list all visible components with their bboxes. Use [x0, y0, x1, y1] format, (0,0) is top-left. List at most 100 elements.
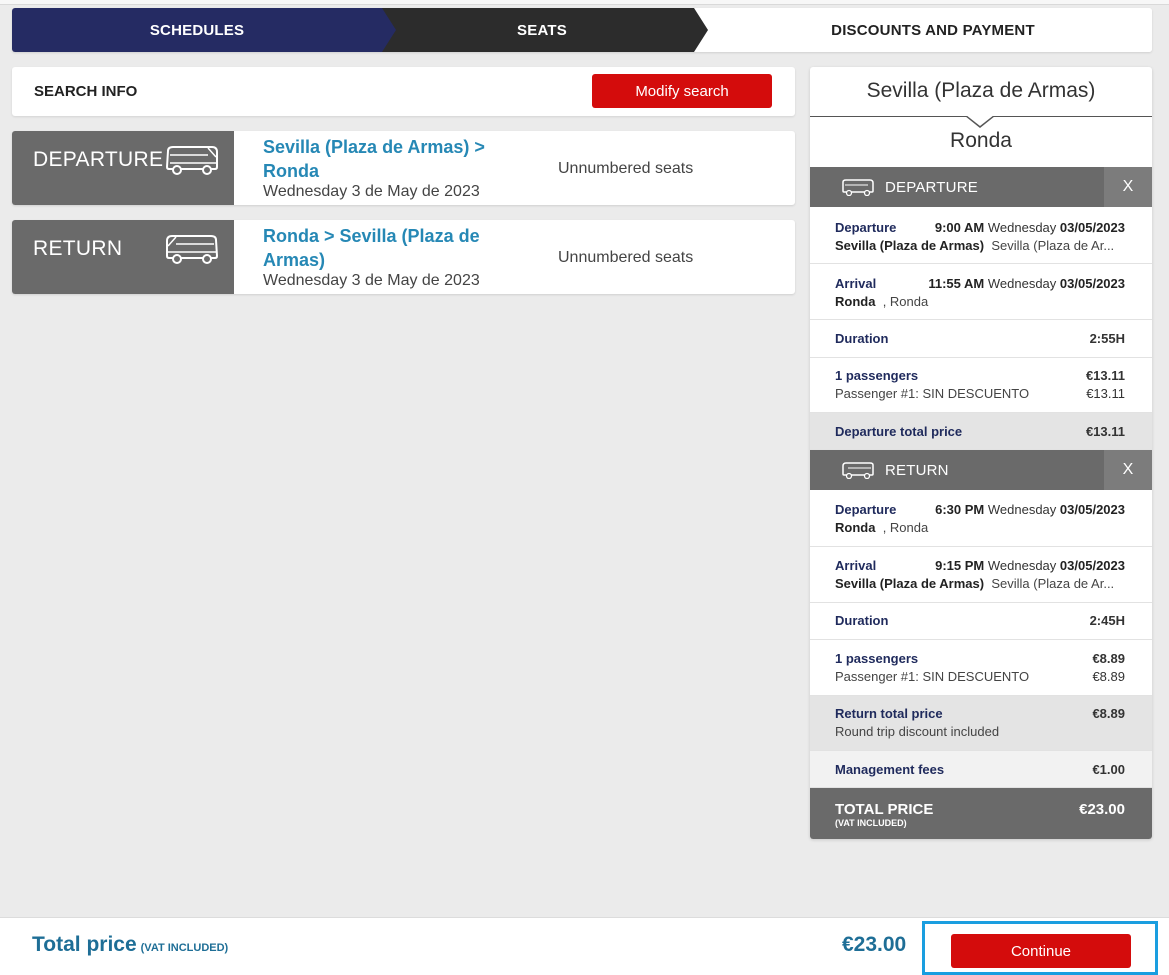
arrival-day: Wednesday — [987, 276, 1057, 291]
bottom-vat-label: (VAT INCLUDED) — [140, 942, 229, 954]
departure-trip-label-block: DEPARTURE — [12, 131, 234, 205]
duration-value: 2:55H — [1089, 331, 1125, 346]
return-arrival-label: Arrival — [835, 558, 877, 573]
return-departure-date-value: 03/05/2023 — [1059, 502, 1125, 517]
return-arrival-station-line: Sevilla (Plaza de Armas) Sevilla (Plaza … — [835, 576, 1114, 591]
summary-departure-header: DEPARTURE X — [810, 167, 1152, 207]
bus-icon — [842, 179, 874, 196]
top-border — [0, 0, 1169, 5]
return-passenger-line: Passenger #1: SIN DESCUENTO — [835, 669, 1030, 684]
departure-station-detail: Sevilla (Plaza de Ar... — [991, 238, 1115, 253]
summary-return-title: RETURN — [885, 462, 949, 479]
return-date: Wednesday 3 de May de 2023 — [263, 272, 480, 289]
management-fees-label: Management fees — [835, 762, 945, 777]
total-price-label: TOTAL PRICE — [835, 801, 934, 818]
summary-passengers-row: 1 passengers €13.11 Passenger #1: SIN DE… — [810, 358, 1152, 413]
step-seats-label: SEATS — [517, 21, 567, 39]
departure-total-value: €13.11 — [1085, 424, 1125, 439]
return-trip-card: RETURN Ronda > Sevilla (Plaza de Armas) … — [12, 220, 795, 294]
progress-steps: SCHEDULES SEATS DISCOUNTS AND PAYMENT — [12, 8, 1152, 52]
return-trip-label: RETURN — [33, 237, 123, 260]
departure-station-line: Sevilla (Plaza de Armas) Sevilla (Plaza … — [835, 238, 1114, 253]
return-passengers-label: 1 passengers — [835, 651, 919, 666]
bottom-total-bar: Total price (VAT INCLUDED) €23.00 Continu… — [0, 917, 1169, 975]
step-discounts-payment[interactable]: DISCOUNTS AND PAYMENT — [694, 8, 1152, 52]
total-vat-label: (VAT INCLUDED) — [835, 818, 907, 828]
return-seats: Unnumbered seats — [558, 249, 694, 266]
arrival-time: 11:55 AM — [928, 276, 985, 291]
search-info-panel: SEARCH INFO Modify search — [12, 67, 795, 116]
departure-time: 9:00 AM — [934, 220, 985, 235]
return-departure-station: Ronda — [835, 520, 876, 535]
return-arrival-datetime: 9:15 PM Wednesday 03/05/2023 — [935, 558, 1125, 573]
return-departure-station-line: Ronda , Ronda — [835, 520, 928, 535]
return-trip-label-block: RETURN — [12, 220, 234, 294]
passenger-price: €13.11 — [1086, 386, 1125, 401]
departure-route-link[interactable]: Sevilla (Plaza de Armas) > Ronda — [263, 135, 523, 183]
return-route-link[interactable]: Ronda > Sevilla (Plaza de Armas) — [263, 224, 523, 272]
return-departure-day: Wednesday — [987, 502, 1057, 517]
bottom-total-amount: €23.00 — [842, 933, 907, 956]
bus-icon — [842, 462, 874, 479]
bottom-total-label-group: Total price (VAT INCLUDED) — [32, 933, 228, 957]
duration-label: Duration — [835, 331, 889, 346]
round-trip-discount-note: Round trip discount included — [835, 724, 1000, 739]
summary-destination: Ronda — [950, 129, 1012, 152]
departure-trip-card: DEPARTURE Sevilla (Plaza de Armas) > Ron… — [12, 131, 795, 205]
trip-summary-panel: Sevilla (Plaza de Armas) Ronda DEPARTURE… — [810, 67, 1152, 839]
step-schedules[interactable]: SCHEDULES — [12, 8, 396, 52]
return-arrival-date-value: 03/05/2023 — [1059, 558, 1125, 573]
summary-return-total-row: Return total price €8.89 Round trip disc… — [810, 696, 1152, 751]
departure-datetime: 9:00 AM Wednesday 03/05/2023 — [935, 220, 1125, 235]
departure-trip-label: DEPARTURE — [33, 148, 164, 171]
return-total-value: €8.89 — [1092, 706, 1125, 721]
modify-search-button[interactable]: Modify search — [592, 74, 772, 108]
departure-label: Departure — [835, 220, 897, 235]
close-return-button[interactable]: X — [1104, 450, 1152, 490]
passengers-label: 1 passengers — [835, 368, 919, 383]
management-fees-value: €1.00 — [1092, 762, 1125, 777]
passenger-line: Passenger #1: SIN DESCUENTO — [835, 386, 1030, 401]
summary-return-header: RETURN X — [810, 450, 1152, 490]
return-duration-label: Duration — [835, 613, 889, 628]
return-departure-time: 6:30 PM — [935, 502, 985, 517]
return-passengers-total: €8.89 — [1092, 651, 1125, 666]
return-departure-station-detail: , Ronda — [882, 520, 929, 535]
departure-seats: Unnumbered seats — [558, 160, 694, 177]
return-arrival-station-detail: Sevilla (Plaza de Ar... — [991, 576, 1115, 591]
summary-total-row: TOTAL PRICE (VAT INCLUDED) €23.00 — [810, 788, 1152, 839]
arrival-station-detail: , Ronda — [882, 294, 929, 309]
summary-return-departure-row: Departure 6:30 PM Wednesday 03/05/2023 R… — [810, 490, 1152, 547]
departure-day: Wednesday — [987, 220, 1057, 235]
passengers-total: €13.11 — [1085, 368, 1125, 383]
total-price-value: €23.00 — [1079, 801, 1125, 818]
return-arrival-station: Sevilla (Plaza de Armas) — [835, 576, 985, 591]
return-departure-label: Departure — [835, 502, 897, 517]
bus-icon — [165, 146, 218, 175]
summary-origin: Sevilla (Plaza de Armas) — [810, 67, 1152, 117]
arrival-station: Ronda — [835, 294, 876, 309]
summary-return-passengers-row: 1 passengers €8.89 Passenger #1: SIN DES… — [810, 640, 1152, 696]
step-schedules-label: SCHEDULES — [149, 21, 245, 39]
summary-caret-inner — [966, 115, 994, 126]
departure-date-value: 03/05/2023 — [1059, 220, 1125, 235]
summary-fees-row: Management fees €1.00 — [810, 751, 1152, 788]
arrival-date-value: 03/05/2023 — [1059, 276, 1125, 291]
return-passenger-price: €8.89 — [1092, 669, 1125, 684]
return-departure-datetime: 6:30 PM Wednesday 03/05/2023 — [935, 502, 1125, 517]
summary-duration-row: Duration 2:55H — [810, 320, 1152, 358]
search-info-title: SEARCH INFO — [34, 83, 138, 100]
return-arrival-day: Wednesday — [987, 558, 1057, 573]
return-total-label: Return total price — [835, 706, 943, 721]
bottom-total-label: Total price — [32, 933, 137, 956]
return-arrival-time: 9:15 PM — [935, 558, 985, 573]
summary-return-duration-row: Duration 2:45H — [810, 603, 1152, 640]
step-seats[interactable]: SEATS — [382, 8, 708, 52]
bus-icon — [166, 235, 219, 264]
continue-focus-frame: Continue — [922, 921, 1158, 975]
close-departure-button[interactable]: X — [1104, 167, 1152, 207]
summary-arrival-row: Arrival 11:55 AM Wednesday 03/05/2023 Ro… — [810, 264, 1152, 320]
continue-button[interactable]: Continue — [951, 934, 1131, 968]
summary-departure-total-row: Departure total price €13.11 — [810, 413, 1152, 450]
arrival-datetime: 11:55 AM Wednesday 03/05/2023 — [928, 276, 1125, 291]
